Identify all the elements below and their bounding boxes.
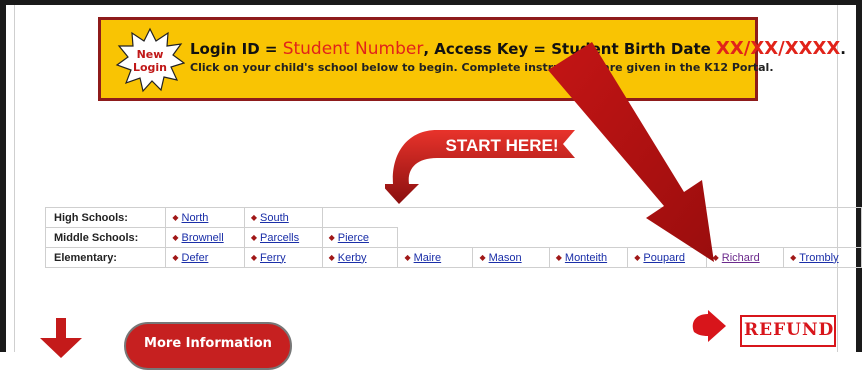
school-cell: ◆ Brownell	[165, 227, 245, 248]
empty-cell	[397, 227, 862, 248]
window-frame-right	[856, 0, 862, 352]
school-cell: ◆ Ferry	[243, 247, 323, 268]
access-key-label: , Access Key = Student Birth Date	[423, 40, 717, 58]
school-link-trombly[interactable]: Trombly	[799, 252, 838, 264]
elementary-label: Elementary:	[44, 247, 167, 268]
school-link-brownell[interactable]: Brownell	[182, 232, 224, 244]
window-frame-left	[0, 0, 6, 352]
bullet-icon: ◆	[634, 252, 641, 262]
school-link-south[interactable]: South	[260, 212, 289, 224]
bullet-icon: ◆	[250, 232, 257, 242]
school-link-kerby[interactable]: Kerby	[338, 252, 367, 264]
start-here-text: START HERE!	[445, 136, 558, 155]
school-link-north[interactable]: North	[182, 212, 209, 224]
refund-link[interactable]: REFUND	[744, 320, 834, 340]
login-instructions-banner	[98, 17, 758, 101]
school-cell: ◆ Monteith	[548, 247, 629, 268]
bullet-icon: ◆	[250, 212, 257, 222]
school-cell: ◆ Richard	[705, 247, 785, 268]
bullet-icon: ◆	[172, 252, 179, 262]
school-link-ferry[interactable]: Ferry	[260, 252, 286, 264]
school-cell: ◆ South	[243, 207, 323, 228]
schools-table: High Schools: ◆ North ◆ South Middle Schoo…	[44, 207, 862, 268]
table-row: Elementary: ◆ Defer ◆ Ferry ◆ Kerby ◆ Maire …	[44, 247, 862, 268]
table-row: High Schools: ◆ North ◆ South	[44, 207, 862, 228]
school-cell: ◆ Kerby	[321, 247, 399, 268]
banner-login-line: Login ID = Student Number, Access Key = …	[190, 38, 846, 59]
bullet-icon: ◆	[712, 252, 719, 262]
school-link-defer[interactable]: Defer	[182, 252, 209, 264]
start-here-arrow-icon: START HERE!	[385, 130, 575, 204]
bullet-icon: ◆	[172, 232, 179, 242]
banner-instructions-line: Click on your child's school below to be…	[190, 61, 774, 74]
new-login-starburst-icon: New Login	[115, 27, 185, 93]
badge-login-text: Login	[133, 61, 167, 74]
down-arrow-icon	[40, 318, 82, 358]
window-frame-top	[0, 0, 862, 5]
middle-schools-label: Middle Schools:	[44, 227, 167, 248]
bullet-icon: ◆	[555, 252, 562, 262]
bullet-icon: ◆	[328, 252, 335, 262]
school-cell: ◆ North	[165, 207, 245, 228]
school-cell: ◆ Pierce	[321, 227, 399, 248]
line-end-period: .	[840, 40, 846, 58]
school-cell: ◆ Defer	[165, 247, 245, 268]
bullet-icon: ◆	[404, 252, 411, 262]
bullet-icon: ◆	[328, 232, 335, 242]
school-link-poupard[interactable]: Poupard	[643, 252, 685, 264]
school-cell: ◆ Trombly	[783, 247, 862, 268]
school-link-richard[interactable]: Richard	[722, 252, 760, 264]
bullet-icon: ◆	[479, 252, 486, 262]
school-link-pierce[interactable]: Pierce	[338, 232, 369, 244]
high-schools-label: High Schools:	[44, 207, 167, 228]
page-border-left	[14, 5, 15, 352]
bullet-icon: ◆	[172, 212, 179, 222]
school-link-parcells[interactable]: Parcells	[260, 232, 299, 244]
login-id-label: Login ID =	[190, 40, 283, 58]
school-cell: ◆ Maire	[397, 247, 474, 268]
school-link-mason[interactable]: Mason	[489, 252, 522, 264]
bullet-icon: ◆	[790, 252, 797, 262]
school-link-monteith[interactable]: Monteith	[565, 252, 607, 264]
school-link-maire[interactable]: Maire	[414, 252, 442, 264]
table-row: Middle Schools: ◆ Brownell ◆ Parcells ◆ Pie…	[44, 227, 862, 248]
empty-cell	[322, 207, 862, 228]
school-cell: ◆ Poupard	[627, 247, 707, 268]
bullet-icon: ◆	[250, 252, 257, 262]
school-cell: ◆ Mason	[472, 247, 550, 268]
badge-new-text: New	[137, 48, 164, 61]
student-number-text: Student Number	[282, 39, 424, 59]
more-information-button[interactable]: More Information	[124, 322, 292, 370]
school-cell: ◆ Parcells	[243, 227, 323, 248]
birth-date-format-text: XX/XX/XXXX	[716, 38, 841, 59]
